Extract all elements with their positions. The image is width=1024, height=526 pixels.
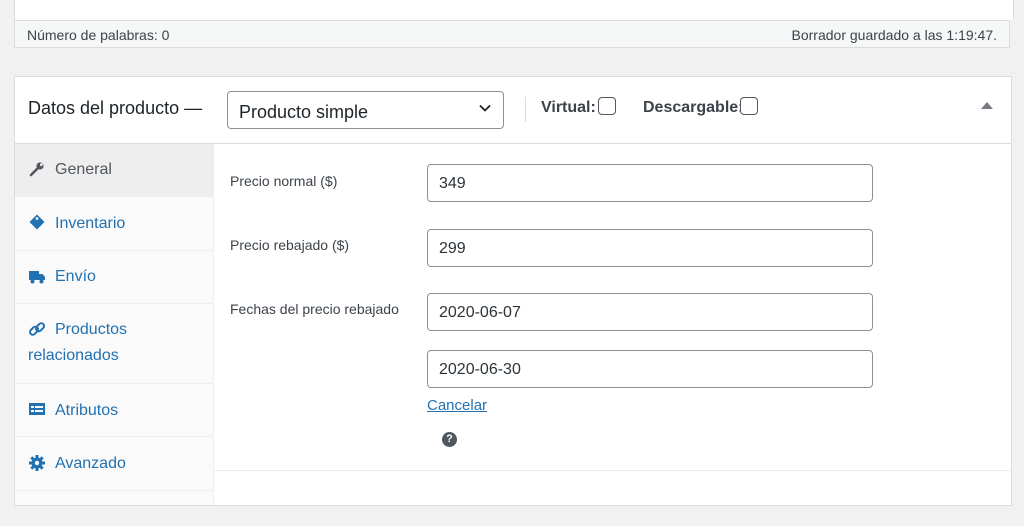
sale-price-input[interactable]: 299 — [427, 229, 873, 267]
chevron-down-icon — [479, 104, 491, 112]
tab-label-line2: relacionados — [28, 347, 119, 364]
tab-attributes[interactable]: Atributos — [15, 384, 213, 437]
tab-label: Avanzado — [55, 455, 126, 472]
tab-label: Inventario — [55, 215, 126, 232]
tab-general[interactable]: General — [15, 144, 213, 197]
list-icon — [29, 403, 45, 415]
downloadable-checkbox[interactable] — [740, 97, 758, 115]
editor-status-bar: Número de palabras: 0 Borrador guardado … — [14, 20, 1010, 48]
sale-dates-label: Fechas del precio rebajado — [230, 301, 399, 317]
link-icon — [29, 322, 46, 336]
tag-icon — [29, 214, 45, 230]
sale-date-to-input[interactable]: 2020-06-30 — [427, 350, 873, 388]
collapse-toggle-icon[interactable] — [981, 102, 993, 109]
sale-date-to-value: 2020-06-30 — [439, 361, 521, 378]
product-data-header: Datos del producto — Producto simple Vir… — [15, 77, 1011, 144]
header-separator — [525, 97, 526, 122]
tab-label: General — [55, 161, 112, 178]
tab-label: Atributos — [55, 402, 119, 419]
section-divider — [213, 470, 1011, 471]
tab-linked-products[interactable]: Productos relacionados — [15, 304, 213, 384]
product-data-panel: Datos del producto — Producto simple Vir… — [14, 76, 1012, 506]
virtual-label: Virtual: — [541, 99, 596, 116]
sale-price-value: 299 — [439, 240, 466, 257]
help-icon[interactable]: ? — [442, 432, 457, 447]
tab-label: Productos — [55, 321, 128, 338]
sale-price-label: Precio rebajado ($) — [230, 237, 350, 253]
tab-inventory[interactable]: Inventario — [15, 197, 213, 251]
tab-label: Envío — [55, 268, 96, 285]
product-data-title: Datos del producto — — [28, 98, 203, 118]
gear-icon — [29, 455, 45, 471]
wrench-icon — [29, 162, 44, 177]
regular-price-input[interactable]: 349 — [427, 164, 873, 202]
tab-advanced[interactable]: Avanzado — [15, 437, 213, 491]
sale-date-from-value: 2020-06-07 — [439, 304, 521, 321]
tab-shipping[interactable]: Envío — [15, 251, 213, 304]
truck-icon — [29, 271, 45, 284]
draft-saved-status: Borrador guardado a las 1:19:47. — [791, 27, 997, 43]
regular-price-value: 349 — [439, 175, 466, 192]
product-type-value: Producto simple — [239, 102, 369, 122]
editor-area — [14, 0, 1014, 20]
product-type-select[interactable]: Producto simple — [227, 91, 504, 129]
virtual-checkbox[interactable] — [598, 97, 616, 115]
downloadable-label: Descargable: — [643, 99, 744, 116]
product-data-tabs: General Inventario Envío Productos relac… — [15, 144, 214, 505]
word-count: Número de palabras: 0 — [27, 27, 170, 43]
cancel-schedule-link[interactable]: Cancelar — [427, 397, 487, 414]
regular-price-label: Precio normal ($) — [230, 173, 338, 189]
sale-date-from-input[interactable]: 2020-06-07 — [427, 293, 873, 331]
